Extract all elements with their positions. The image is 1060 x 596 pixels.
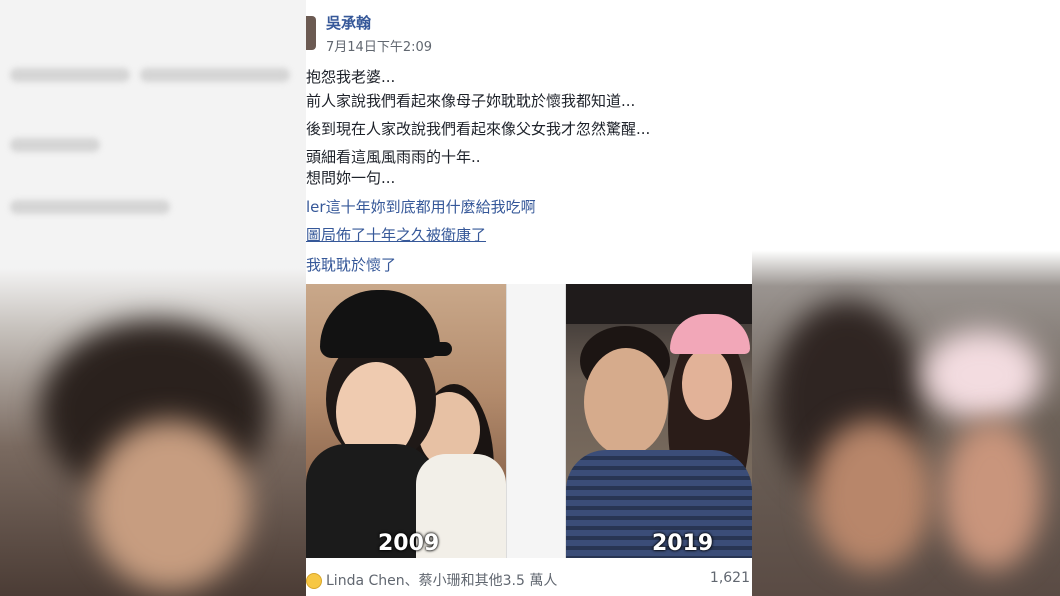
reactions-bar: Linda Chen、蔡小珊和其他3.5 萬人 1,621: [306, 566, 752, 596]
blurred-face: [942, 420, 1042, 570]
photo-year-label: 2009: [378, 531, 440, 556]
photo-year-label: 2019: [652, 531, 714, 556]
photo-2019[interactable]: 2019: [566, 284, 752, 558]
comment-count[interactable]: 1,621: [710, 570, 750, 586]
blurred-background-right: [752, 0, 1060, 596]
blurred-face: [812, 420, 932, 570]
blurred-text: [140, 68, 290, 82]
post-author[interactable]: 吳承翰: [326, 12, 371, 33]
photo-divider: [506, 284, 566, 558]
post-text-line: 後到現在人家改說我們看起來像父女我才忽然驚醒...: [306, 120, 651, 138]
post-link-line[interactable]: 我耽耽於懷了: [306, 254, 396, 275]
reactions-summary[interactable]: Linda Chen、蔡小珊和其他3.5 萬人: [306, 570, 557, 590]
blurred-face: [90, 420, 250, 590]
photo-2009[interactable]: 2009: [306, 284, 506, 558]
post-timestamp[interactable]: 7月14日下午2:09: [326, 36, 432, 55]
post-link-line[interactable]: ler這十年妳到底都用什麼給我吃啊: [306, 196, 536, 217]
blurred-background-left: [0, 0, 306, 596]
wow-reaction-icon: [306, 573, 322, 589]
blurred-text: [10, 68, 130, 82]
blurred-text: [10, 200, 170, 214]
post-text-line: 前人家說我們看起來像母子妳耽耽於懷我都知道...: [306, 92, 636, 110]
facebook-post: 吳承翰 7月14日下午2:09 抱怨我老婆... 前人家說我們看起來像母子妳耽耽…: [306, 0, 752, 596]
avatar[interactable]: [306, 16, 316, 50]
cap-brim: [416, 342, 452, 356]
post-text-line: 頭細看這風風雨雨的十年..: [306, 148, 481, 166]
blurred-cap: [922, 330, 1042, 420]
post-text-line: 想問妳一句...: [306, 169, 396, 187]
face-shape: [584, 348, 668, 456]
reactions-text: Linda Chen、蔡小珊和其他3.5 萬人: [326, 573, 558, 589]
face-shape: [682, 348, 732, 420]
blurred-text: [10, 138, 100, 152]
post-link-line[interactable]: 圖局佈了十年之久被衛康了: [306, 224, 486, 245]
post-text-line: 抱怨我老婆...: [306, 68, 396, 86]
